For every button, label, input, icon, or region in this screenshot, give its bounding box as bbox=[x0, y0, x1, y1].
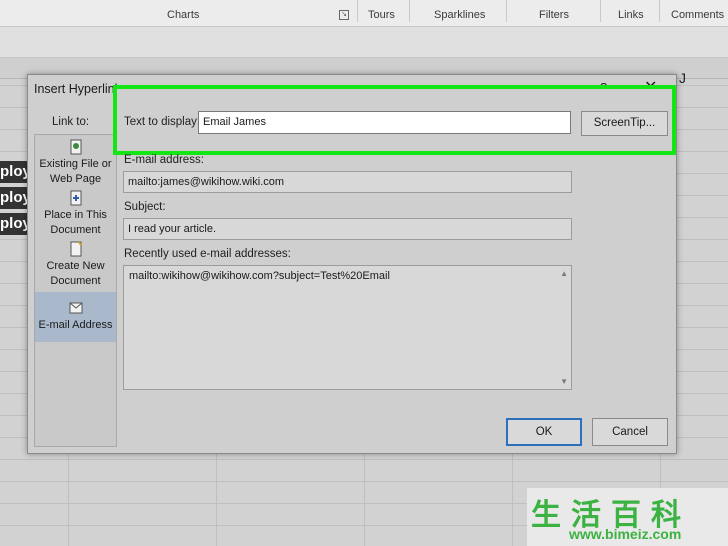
ribbon-group-sparklines[interactable]: Sparklines bbox=[434, 9, 485, 21]
link-to-place-in-document[interactable]: Place in This Document bbox=[35, 190, 116, 240]
subject-input[interactable]: I read your article. bbox=[123, 218, 572, 240]
text-to-display-label: Text to display: bbox=[124, 116, 201, 128]
link-to-email-address[interactable]: E-mail Address bbox=[35, 292, 116, 342]
link-to-existing-file[interactable]: Existing File or Web Page bbox=[35, 139, 116, 189]
ribbon-separator bbox=[659, 0, 660, 22]
new-document-icon bbox=[70, 241, 82, 257]
dialog-title: Insert Hyperlink bbox=[34, 82, 121, 96]
link-to-new-document[interactable]: Create New Document bbox=[35, 241, 116, 291]
recent-emails-list[interactable]: mailto:wikihow@wikihow.com?subject=Test%… bbox=[123, 265, 572, 390]
link-to-new-document-label: Create New Document bbox=[46, 260, 105, 287]
link-to-place-label: Place in This Document bbox=[44, 209, 107, 236]
email-icon bbox=[69, 302, 82, 314]
formula-bar[interactable] bbox=[0, 27, 728, 58]
ribbon-separator bbox=[409, 0, 410, 22]
ok-button[interactable]: OK bbox=[506, 418, 582, 446]
ribbon-group-filters[interactable]: Filters bbox=[539, 9, 569, 21]
ribbon-group-links[interactable]: Links bbox=[618, 9, 644, 21]
recent-emails-label: Recently used e-mail addresses: bbox=[124, 248, 291, 260]
ribbon-group-charts[interactable]: Charts bbox=[167, 9, 199, 21]
cancel-button[interactable]: Cancel bbox=[592, 418, 668, 446]
ribbon-separator bbox=[506, 0, 507, 22]
text-to-display-input[interactable]: Email James bbox=[198, 111, 571, 134]
ribbon: Charts ↘ Tours Sparklines Filters Links … bbox=[0, 0, 728, 27]
document-place-icon bbox=[70, 190, 81, 206]
scroll-down-icon[interactable]: ▼ bbox=[560, 377, 568, 386]
cell[interactable]: ploy bbox=[0, 213, 28, 235]
ribbon-group-comments[interactable]: Comments bbox=[671, 9, 724, 21]
watermark-url: www.bimeiz.com bbox=[569, 526, 682, 542]
web-page-icon bbox=[70, 139, 81, 155]
ribbon-group-tours[interactable]: Tours bbox=[368, 9, 395, 21]
email-address-input[interactable]: mailto:james@wikihow.wiki.com bbox=[123, 171, 572, 193]
list-item[interactable]: mailto:wikihow@wikihow.com?subject=Test%… bbox=[129, 270, 571, 282]
email-address-label: E-mail address: bbox=[124, 154, 204, 166]
link-to-email-label: E-mail Address bbox=[38, 319, 113, 331]
watermark: 生活百科 www.bimeiz.com bbox=[527, 488, 728, 546]
ribbon-separator bbox=[357, 0, 358, 22]
column-letter[interactable]: J bbox=[679, 70, 686, 86]
subject-label: Subject: bbox=[124, 201, 166, 213]
cell[interactable]: ploy bbox=[0, 161, 28, 183]
link-to-existing-file-label: Existing File or Web Page bbox=[39, 158, 112, 185]
ribbon-separator bbox=[600, 0, 601, 22]
link-to-label: Link to: bbox=[52, 116, 90, 128]
screentip-button[interactable]: ScreenTip... bbox=[581, 111, 668, 136]
link-to-panel: Existing File or Web Page Place in This … bbox=[34, 134, 117, 447]
dialog-launcher-icon[interactable]: ↘ bbox=[339, 10, 349, 20]
scroll-up-icon[interactable]: ▲ bbox=[560, 269, 568, 278]
cell[interactable]: ploy bbox=[0, 187, 28, 209]
